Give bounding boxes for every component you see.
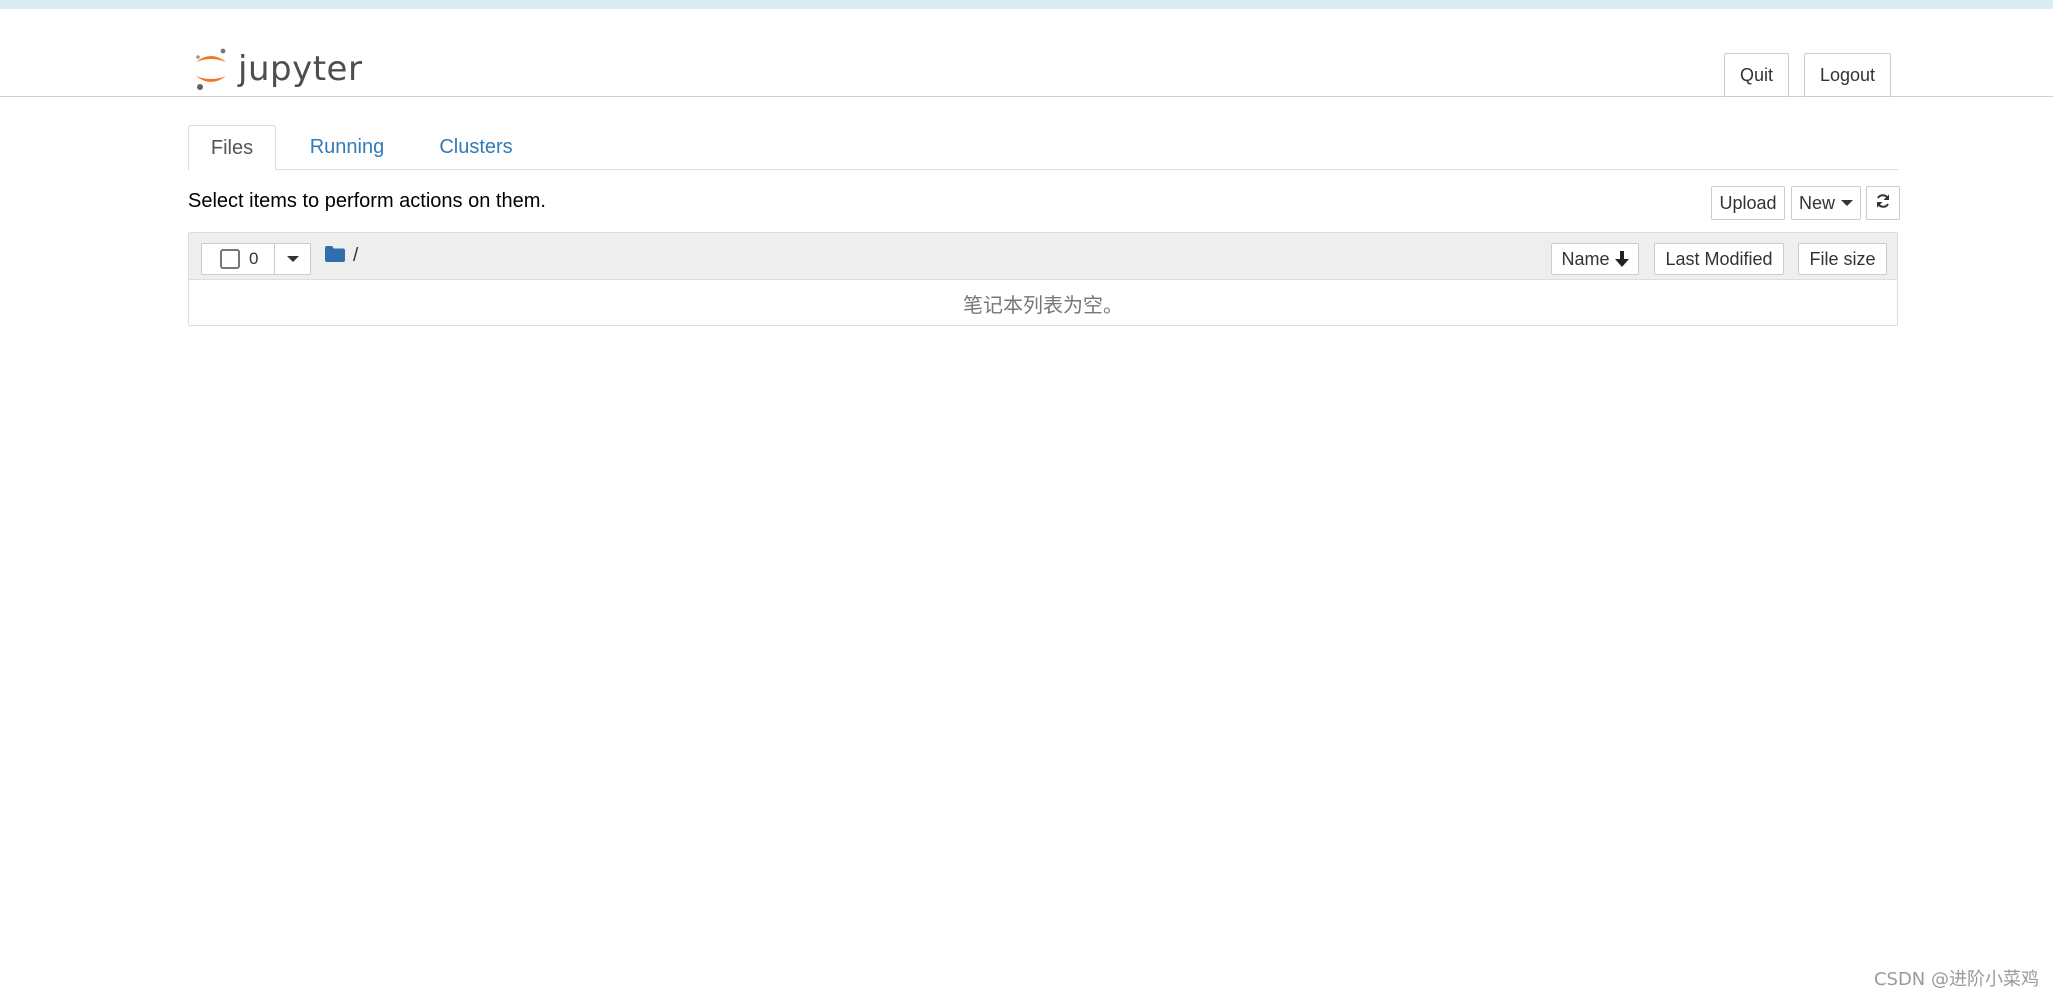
sort-name-button[interactable]: Name — [1551, 243, 1639, 275]
caret-down-icon — [287, 256, 299, 262]
refresh-button[interactable] — [1866, 186, 1900, 220]
refresh-icon — [1875, 193, 1891, 214]
upload-button[interactable]: Upload — [1711, 186, 1785, 220]
breadcrumb-root[interactable]: / — [353, 245, 358, 267]
quit-button[interactable]: Quit — [1724, 53, 1789, 97]
logout-button[interactable]: Logout — [1804, 53, 1891, 97]
arrow-down-icon — [1614, 251, 1629, 267]
sort-name-label: Name — [1561, 248, 1610, 269]
breadcrumb[interactable]: / — [325, 245, 358, 267]
caret-down-icon — [1841, 200, 1853, 206]
sort-file-size-button[interactable]: File size — [1798, 243, 1887, 275]
header: jupyter Quit Logout — [0, 9, 2053, 97]
selected-count: 0 — [249, 249, 259, 268]
folder-icon — [325, 245, 345, 267]
top-accent-strip — [0, 0, 2053, 9]
new-button-label: New — [1798, 192, 1835, 213]
watermark: CSDN @进阶小菜鸡 — [1873, 969, 2039, 990]
notebook-list-header: 0 / Name Last Modified File size — [189, 233, 1897, 280]
jupyter-logo-icon — [192, 46, 230, 92]
notebook-list: 0 / Name Last Modified File size 笔记本列表为空… — [188, 232, 1898, 326]
selection-hint: Select items to perform actions on them. — [188, 190, 546, 212]
tab-running[interactable]: Running — [292, 125, 402, 170]
new-dropdown-button[interactable]: New — [1791, 186, 1861, 220]
select-all-toggle[interactable]: 0 — [202, 244, 275, 274]
tab-clusters[interactable]: Clusters — [416, 125, 536, 170]
sort-last-modified-button[interactable]: Last Modified — [1654, 243, 1784, 275]
selection-menu-button[interactable] — [275, 244, 311, 274]
select-all-group: 0 — [201, 243, 311, 275]
jupyter-logo[interactable]: jupyter — [192, 43, 362, 95]
empty-list-message: 笔记本列表为空。 — [963, 292, 1123, 317]
select-all-checkbox[interactable] — [220, 249, 240, 269]
tab-bar: Files Running Clusters — [188, 125, 1898, 171]
tab-files[interactable]: Files — [188, 125, 276, 171]
jupyter-logo-text: jupyter — [238, 49, 363, 89]
